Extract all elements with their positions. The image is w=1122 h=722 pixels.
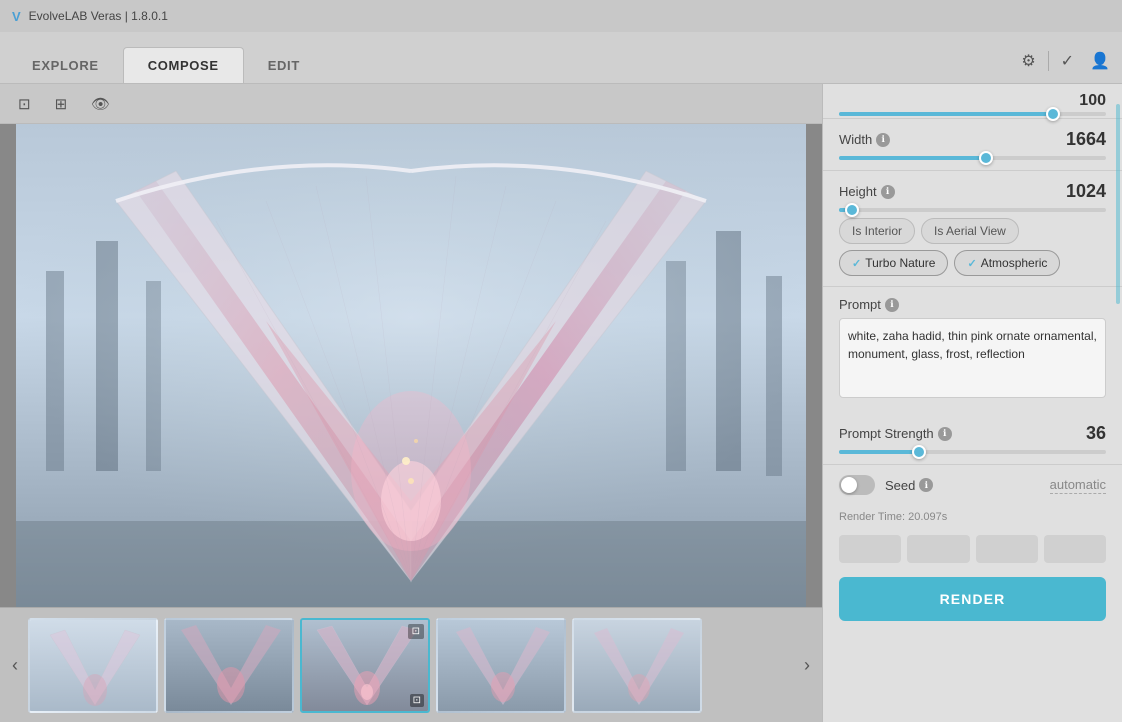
action-btn-2[interactable] bbox=[907, 535, 969, 563]
main-image bbox=[16, 124, 806, 607]
thumbnail-3[interactable]: ⊡ ⊡ bbox=[300, 618, 430, 713]
chips-row: Is Interior Is Aerial View Turbo Nature … bbox=[839, 218, 1106, 276]
thumb-1-image bbox=[30, 620, 158, 713]
prompt-strength-slider-row: Prompt Strength ℹ 36 bbox=[839, 423, 1106, 454]
thumbnail-strip: ‹ bbox=[0, 607, 822, 722]
thumbnail-5[interactable] bbox=[572, 618, 702, 713]
thumbnail-2[interactable] bbox=[164, 618, 294, 713]
prompt-strength-fill bbox=[839, 450, 919, 454]
chip-is-aerial-view[interactable]: Is Aerial View bbox=[921, 218, 1019, 244]
seed-row: Seed ℹ automatic bbox=[823, 465, 1122, 505]
thumb-expand-icon[interactable]: ⊡ bbox=[408, 624, 424, 639]
canvas-toolbar: ⊡ ⊞ 👁 bbox=[0, 84, 822, 124]
main-area: ⊡ ⊞ 👁 bbox=[0, 84, 1122, 722]
user-button[interactable]: 👤 bbox=[1086, 47, 1114, 75]
height-slider-row: Height ℹ 1024 bbox=[839, 181, 1106, 212]
tab-explore[interactable]: EXPLORE bbox=[8, 48, 123, 83]
right-panel: 100 Width ℹ 1664 bbox=[822, 84, 1122, 722]
prompt-strength-track[interactable] bbox=[839, 450, 1106, 454]
render-time: Render Time: 20.097s bbox=[823, 505, 1122, 529]
user-icon: 👤 bbox=[1090, 53, 1110, 70]
width-track[interactable] bbox=[839, 156, 1106, 160]
thumb-save-icon[interactable]: ⊡ bbox=[410, 694, 424, 707]
settings-button[interactable]: ⚙ bbox=[1017, 47, 1039, 75]
preview-button[interactable]: 👁 bbox=[85, 91, 116, 117]
width-info-icon[interactable]: ℹ bbox=[876, 133, 890, 147]
add-frame-button[interactable]: ⊞ bbox=[49, 91, 74, 117]
scrollbar-thumb[interactable] bbox=[1116, 104, 1120, 304]
width-value: 1664 bbox=[1056, 129, 1106, 150]
tab-compose[interactable]: COMPOSE bbox=[123, 47, 244, 83]
save-icon: ⊡ bbox=[18, 96, 31, 113]
prompt-strength-value: 36 bbox=[1056, 423, 1106, 444]
height-track[interactable] bbox=[839, 208, 1106, 212]
height-section: Height ℹ 1024 Is Interior Is Aerial View bbox=[823, 171, 1122, 287]
prompt-section: Prompt ℹ white, zaha hadid, thin pink or… bbox=[823, 287, 1122, 413]
height-info-icon[interactable]: ℹ bbox=[881, 185, 895, 199]
chip-turbo-nature[interactable]: Turbo Nature bbox=[839, 250, 948, 276]
height-value: 1024 bbox=[1056, 181, 1106, 202]
canvas-area: ⊡ ⊞ 👁 bbox=[0, 84, 822, 722]
thumb-5-image bbox=[574, 620, 702, 713]
tab-edit[interactable]: EDIT bbox=[244, 48, 324, 83]
width-fill bbox=[839, 156, 986, 160]
top-slider-value: 100 bbox=[1056, 92, 1106, 110]
render-section: RENDER bbox=[823, 569, 1122, 633]
prompt-info-icon[interactable]: ℹ bbox=[885, 298, 899, 312]
prompt-strength-section: Prompt Strength ℹ 36 bbox=[823, 413, 1122, 465]
action-btn-4[interactable] bbox=[1044, 535, 1106, 563]
top-slider-fill bbox=[839, 112, 1053, 116]
strip-prev-button[interactable]: ‹ bbox=[8, 651, 22, 680]
image-container bbox=[0, 124, 822, 607]
thumb-2-image bbox=[166, 620, 294, 713]
prompt-strength-thumb[interactable] bbox=[912, 445, 926, 459]
seed-value: automatic bbox=[1050, 477, 1106, 494]
height-label-row: Height ℹ 1024 bbox=[839, 181, 1106, 202]
save-button[interactable]: ⊡ bbox=[12, 91, 37, 117]
chip-is-interior[interactable]: Is Interior bbox=[839, 218, 915, 244]
prompt-label-row: Prompt ℹ bbox=[839, 297, 1106, 312]
strip-next-button[interactable]: › bbox=[800, 651, 814, 680]
prompt-strength-label: Prompt Strength ℹ bbox=[839, 426, 952, 441]
seed-info-icon[interactable]: ℹ bbox=[919, 478, 933, 492]
top-slider-thumb[interactable] bbox=[1046, 107, 1060, 121]
eye-icon: 👁 bbox=[91, 96, 110, 113]
nav-divider bbox=[1048, 51, 1049, 71]
chip-atmospheric[interactable]: Atmospheric bbox=[954, 250, 1060, 276]
check-icon: ✓ bbox=[1061, 53, 1074, 70]
height-thumb[interactable] bbox=[845, 203, 859, 217]
width-label-row: Width ℹ 1664 bbox=[839, 129, 1106, 150]
prompt-strength-label-row: Prompt Strength ℹ 36 bbox=[839, 423, 1106, 444]
add-frame-icon: ⊞ bbox=[55, 96, 68, 113]
nav-bar: EXPLORE COMPOSE EDIT ⚙ ✓ 👤 bbox=[0, 32, 1122, 84]
prompt-textarea[interactable]: white, zaha hadid, thin pink ornate orna… bbox=[839, 318, 1106, 398]
width-slider-row: Width ℹ 1664 bbox=[839, 129, 1106, 160]
thumb-4-image bbox=[438, 620, 566, 713]
gear-icon: ⚙ bbox=[1021, 53, 1035, 70]
seed-label: Seed ℹ bbox=[885, 478, 933, 493]
render-button[interactable]: RENDER bbox=[839, 577, 1106, 621]
height-label: Height ℹ bbox=[839, 184, 895, 199]
top-slider-section: 100 bbox=[823, 84, 1122, 119]
seed-toggle-knob bbox=[841, 477, 857, 493]
app-title: EvolveLAB Veras | 1.8.0.1 bbox=[29, 9, 168, 23]
action-buttons bbox=[823, 529, 1122, 569]
width-section: Width ℹ 1664 bbox=[823, 119, 1122, 171]
app-logo-icon: V bbox=[12, 9, 21, 24]
thumbnail-4[interactable] bbox=[436, 618, 566, 713]
top-slider-track[interactable] bbox=[839, 112, 1106, 116]
nav-icons: ⚙ ✓ 👤 bbox=[1017, 47, 1114, 83]
thumbnail-1[interactable] bbox=[28, 618, 158, 713]
width-thumb[interactable] bbox=[979, 151, 993, 165]
action-btn-1[interactable] bbox=[839, 535, 901, 563]
action-btn-3[interactable] bbox=[976, 535, 1038, 563]
thumbnails-wrapper: ⊡ ⊡ bbox=[28, 618, 794, 713]
prompt-strength-info-icon[interactable]: ℹ bbox=[938, 427, 952, 441]
check-button[interactable]: ✓ bbox=[1057, 47, 1078, 75]
width-label: Width ℹ bbox=[839, 132, 890, 147]
seed-toggle[interactable] bbox=[839, 475, 875, 495]
titlebar: V EvolveLAB Veras | 1.8.0.1 bbox=[0, 0, 1122, 32]
architecture-svg bbox=[16, 124, 806, 607]
